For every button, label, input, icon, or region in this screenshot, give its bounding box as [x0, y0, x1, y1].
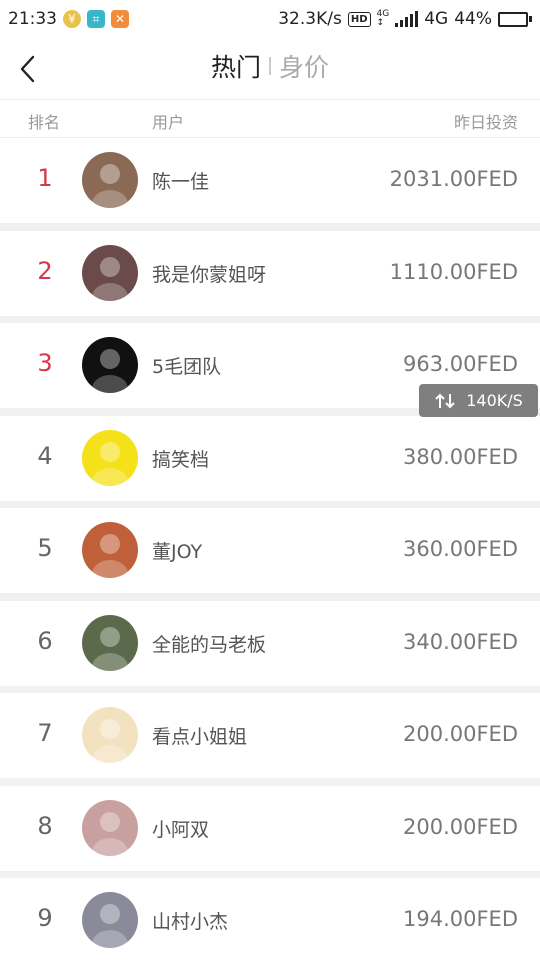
list-item[interactable]: 1 陈一佳 2031.00FED	[0, 138, 540, 223]
investment-amount: 194.00FED	[403, 907, 518, 931]
list-item[interactable]: 4 搞笑档 380.00FED	[0, 415, 540, 501]
avatar-woman-icon[interactable]	[82, 522, 138, 578]
avatar-woman-icon[interactable]	[82, 799, 138, 856]
user-name: 山村小杰	[152, 911, 229, 933]
rank-number: 7	[37, 719, 53, 747]
row-separator	[0, 870, 540, 878]
network-speed-overlay[interactable]: 140K/S	[419, 384, 538, 417]
investment-amount: 200.00FED	[403, 722, 518, 746]
investment-amount: 2031.00FED	[389, 167, 518, 191]
column-user: 用户	[152, 113, 185, 132]
investment-amount: 380.00FED	[403, 444, 518, 469]
investment-amount: 963.00FED	[403, 352, 518, 376]
logo-funny-icon[interactable]	[82, 429, 138, 486]
ranking-list: 1 陈一佳 2031.00FED 2 我是你蒙姐呀 1110.00FED 3 5毛团队 963.…	[0, 138, 540, 960]
tools-app-icon: ✕	[111, 10, 129, 28]
header: 热门 身价	[0, 38, 540, 100]
user-name: 小阿双	[152, 818, 210, 841]
tab-bar: 热门 身价	[0, 48, 540, 84]
list-item[interactable]: 8 小阿双 200.00FED	[0, 785, 540, 871]
user-name: 全能的马老板	[152, 633, 267, 656]
row-separator	[0, 500, 540, 508]
user-name: 5毛团队	[152, 356, 222, 378]
row-separator	[0, 315, 540, 323]
investment-amount: 200.00FED	[403, 814, 518, 839]
rank-number: 3	[37, 349, 53, 377]
list-item[interactable]: 2 我是你蒙姐呀 1110.00FED	[0, 230, 540, 316]
column-header: 排名 用户 昨日投资	[0, 100, 540, 138]
signal-icon	[395, 11, 419, 27]
rank-number: 8	[37, 811, 53, 840]
row-separator	[0, 593, 540, 601]
list-item[interactable]: 5 董JOY 360.00FED	[0, 508, 540, 593]
net-speed: 32.3K/s	[278, 9, 342, 29]
avatar-woman-icon[interactable]	[82, 244, 138, 301]
status-time: 21:33	[8, 9, 57, 29]
column-investment: 昨日投资	[453, 113, 518, 132]
avatar-woman-icon[interactable]	[82, 152, 138, 208]
overlay-speed-text: 140K/S	[466, 391, 523, 410]
status-bar: 21:33 ¥ ⌗ ✕ 32.3K/s HD 4G ↕ 4G 44%	[0, 0, 540, 38]
user-name: 看点小姐姐	[152, 726, 248, 748]
user-name: 搞笑档	[152, 448, 210, 471]
tab-value[interactable]: 身价	[279, 48, 329, 84]
avatar-man-icon[interactable]	[82, 614, 138, 671]
user-name: 董JOY	[152, 541, 203, 563]
transfer-arrows-icon	[435, 393, 455, 408]
row-separator	[0, 223, 540, 231]
rank-number: 1	[37, 164, 53, 192]
row-separator	[0, 778, 540, 786]
investment-amount: 340.00FED	[403, 629, 518, 654]
rank-number: 9	[37, 904, 53, 932]
rank-number: 2	[37, 256, 53, 285]
user-name: 陈一佳	[152, 171, 210, 193]
tab-hot[interactable]: 热门	[211, 48, 261, 84]
battery-icon	[498, 11, 532, 27]
avatar-woman-icon[interactable]	[82, 707, 138, 763]
list-item[interactable]: 7 看点小姐姐 200.00FED	[0, 693, 540, 778]
rank-number: 6	[37, 626, 53, 655]
list-item[interactable]: 9 山村小杰 194.00FED	[0, 878, 540, 960]
investment-amount: 360.00FED	[403, 537, 518, 561]
avatar-couple-icon[interactable]	[82, 892, 138, 948]
investment-amount: 1110.00FED	[389, 259, 518, 284]
volte-icon: 4G ↕	[376, 9, 390, 28]
hd-icon: HD	[347, 11, 371, 27]
coin-app-icon: ¥	[63, 10, 81, 28]
column-rank: 排名	[28, 113, 61, 132]
row-separator	[0, 685, 540, 693]
battery-percent: 44%	[454, 9, 492, 29]
rank-number: 4	[37, 441, 53, 470]
list-item[interactable]: 6 全能的马老板 340.00FED	[0, 600, 540, 686]
scan-app-icon: ⌗	[87, 10, 105, 28]
rank-number: 5	[37, 534, 53, 562]
network-type: 4G	[424, 9, 449, 29]
tab-divider	[269, 57, 271, 75]
logo-5mao-icon[interactable]	[82, 337, 138, 393]
user-name: 我是你蒙姐呀	[152, 263, 267, 286]
